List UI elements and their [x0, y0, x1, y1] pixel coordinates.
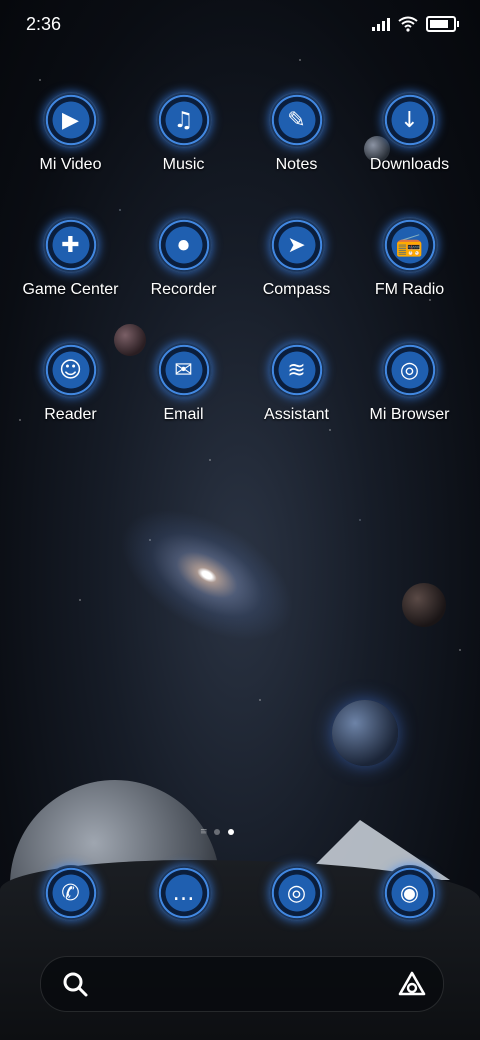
page-menu-icon[interactable]: ≡ — [200, 828, 208, 837]
app-mi-browser[interactable]: ◎ Mi Browser — [353, 342, 466, 424]
app-label: Notes — [275, 156, 318, 173]
status-icons — [372, 16, 459, 32]
app-reader[interactable]: ☺ Reader — [14, 342, 127, 424]
tv-play-icon: ▶ — [42, 92, 99, 148]
page-indicator: ≡ — [200, 828, 234, 837]
app-label: Game Center — [22, 281, 119, 298]
app-label: Music — [162, 156, 205, 173]
app-label: Mi Video — [39, 156, 102, 173]
app-label: Downloads — [369, 156, 450, 173]
cellular-signal-icon — [372, 17, 390, 31]
app-label: Recorder — [150, 281, 217, 298]
app-music[interactable]: ♫ Music — [127, 92, 240, 174]
app-game-center[interactable]: ✚ Game Center — [14, 217, 127, 299]
wallpaper-galaxy — [98, 482, 316, 668]
notepad-icon: ✎ — [268, 92, 325, 148]
dock-item[interactable]: ◎ — [240, 865, 353, 921]
phone-icon: ✆ — [42, 865, 99, 921]
app-mi-video[interactable]: ▶ Mi Video — [14, 92, 127, 174]
radio-recorder-icon: ⏺ — [155, 217, 212, 273]
chrome-browser-icon: ◎ — [381, 342, 438, 398]
app-label: Assistant — [264, 406, 329, 423]
search-icon[interactable] — [61, 970, 89, 998]
gamepad-icon: ✚ — [42, 217, 99, 273]
download-arrow-icon: ↓ — [381, 92, 438, 148]
music-note-icon: ♫ — [155, 92, 212, 148]
dock-item[interactable]: ◉ — [353, 865, 466, 921]
compass-icon: ➤ — [268, 217, 325, 273]
battery-level — [430, 20, 448, 28]
chrome-browser-icon: ◎ — [268, 865, 325, 921]
chat-bubble-icon: … — [155, 865, 212, 921]
app-label: Compass — [262, 281, 331, 298]
radio-icon: 📻 — [381, 217, 438, 273]
dock-item[interactable]: … — [127, 865, 240, 921]
wallpaper-planet — [402, 583, 446, 627]
battery-icon — [426, 16, 459, 32]
wallpaper-planet — [332, 700, 398, 766]
dock-item[interactable]: ✆ — [14, 865, 127, 921]
assistant-triangle-icon[interactable] — [397, 969, 427, 999]
envelope-icon: ✉ — [155, 342, 212, 398]
app-label: Email — [163, 406, 204, 423]
search-bar[interactable] — [40, 956, 444, 1012]
app-assistant[interactable]: ≋ Assistant — [240, 342, 353, 424]
app-label: FM Radio — [374, 281, 445, 298]
app-compass[interactable]: ➤ Compass — [240, 217, 353, 299]
status-bar: 2:36 — [0, 0, 480, 50]
status-time: 2:36 — [26, 14, 62, 34]
page-dot-active[interactable] — [228, 829, 234, 835]
app-fm-radio[interactable]: 📻 FM Radio — [353, 217, 466, 299]
smile-face-icon: ☺ — [42, 342, 99, 398]
app-label: Mi Browser — [369, 406, 450, 423]
app-notes[interactable]: ✎ Notes — [240, 92, 353, 174]
voice-wave-icon: ≋ — [268, 342, 325, 398]
app-email[interactable]: ✉ Email — [127, 342, 240, 424]
page-dot[interactable] — [214, 829, 220, 835]
app-downloads[interactable]: ↓ Downloads — [353, 92, 466, 174]
camera-icon: ◉ — [381, 865, 438, 921]
app-recorder[interactable]: ⏺ Recorder — [127, 217, 240, 299]
app-label: Reader — [44, 406, 97, 423]
wifi-icon — [398, 16, 418, 32]
